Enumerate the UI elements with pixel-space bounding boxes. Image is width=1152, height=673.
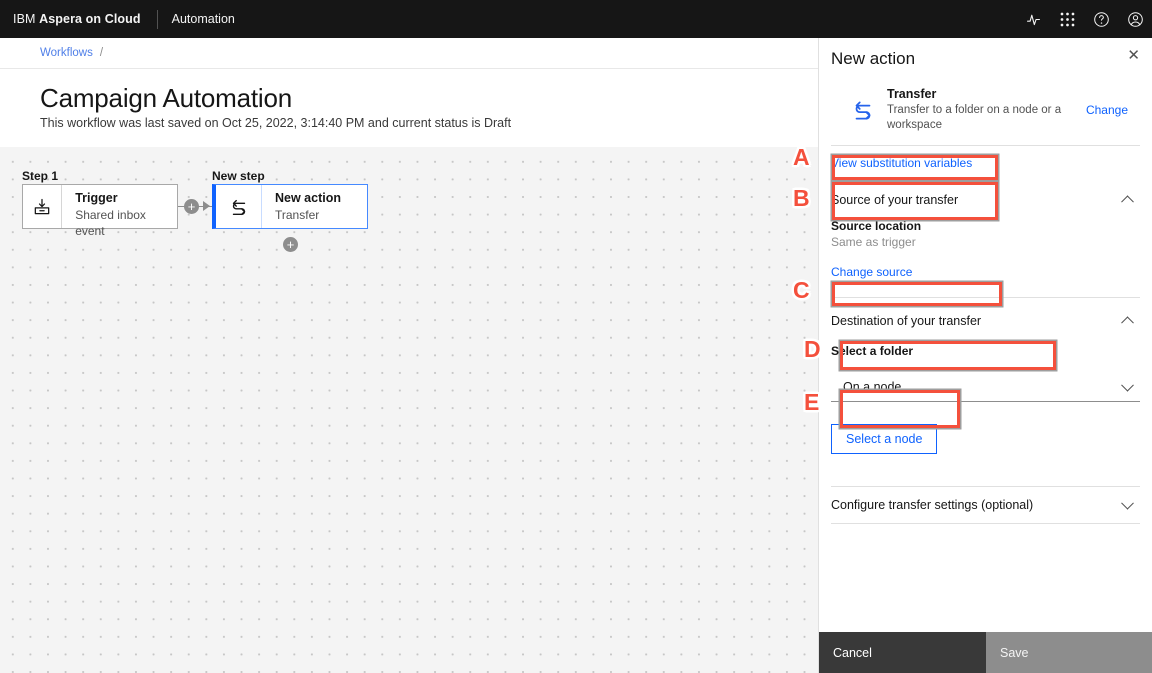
breadcrumb-separator: / <box>99 47 104 59</box>
chevron-up-icon <box>1121 316 1134 330</box>
selected-action-title: Transfer <box>887 87 937 101</box>
workflow-canvas[interactable]: Step 1 New step Trigger Shared inbox eve… <box>0 147 818 673</box>
top-navigation-bar: IBM Aspera on Cloud Automation <box>0 0 1152 38</box>
breadcrumb-link-workflows[interactable]: Workflows <box>40 47 93 59</box>
source-section-header[interactable]: Source of your transfer <box>819 182 1152 218</box>
chevron-down-icon <box>1121 496 1134 510</box>
chevron-up-icon <box>1121 195 1134 209</box>
node-trigger[interactable]: Trigger Shared inbox event <box>22 184 178 238</box>
transfer-settings-title: Configure transfer settings (optional) <box>831 498 1034 512</box>
brand-prefix: IBM <box>13 12 36 26</box>
step-label-step1: Step 1 <box>22 169 59 183</box>
change-source-row: Change source <box>819 250 1152 297</box>
source-location-field: Source location Same as trigger <box>819 218 1152 250</box>
destination-section-header[interactable]: Destination of your transfer <box>819 303 1152 339</box>
callout-letter-e: E <box>804 389 820 415</box>
destination-section-title: Destination of your transfer <box>831 314 982 328</box>
page-header: Campaign Automation This workflow was la… <box>0 69 818 147</box>
transfer-icon <box>843 97 883 123</box>
node-type-select-value: On a node <box>843 379 902 394</box>
section-divider-1 <box>831 297 1140 298</box>
node-trigger-title: Trigger <box>75 191 118 205</box>
source-location-label: Source location <box>831 219 922 233</box>
source-section-title: Source of your transfer <box>831 193 959 207</box>
inbox-download-icon <box>23 185 63 228</box>
panel-footer: Cancel Save <box>819 632 1152 673</box>
nav-link-automation[interactable]: Automation <box>172 12 235 26</box>
panel-header: New action ✕ <box>819 38 1152 78</box>
selected-action-text: Transfer Transfer to a folder on a node … <box>883 86 1086 133</box>
save-button[interactable]: Save <box>986 632 1152 673</box>
new-action-panel: New action ✕ Transfer Transfer to a fold… <box>818 38 1152 673</box>
node-trigger-text: Trigger Shared inbox event <box>62 185 177 238</box>
brand-name: Aspera on Cloud <box>39 12 141 26</box>
selected-action-row: Transfer Transfer to a folder on a node … <box>831 78 1140 146</box>
selected-action-description: Transfer to a folder on a node or a work… <box>887 104 1062 131</box>
app-root: IBM Aspera on Cloud Automation Workflows… <box>0 0 1152 673</box>
breadcrumb: Workflows / <box>0 38 818 69</box>
add-step-below-button[interactable]: + <box>283 237 298 252</box>
add-step-inline-button[interactable]: + <box>184 199 199 214</box>
change-source-link[interactable]: Change source <box>831 265 912 279</box>
view-substitution-variables-link[interactable]: View substitution variables <box>831 156 972 170</box>
close-icon[interactable]: ✕ <box>1127 48 1140 63</box>
transfer-icon <box>216 185 262 228</box>
node-new-action-text: New action Transfer <box>262 185 355 228</box>
select-folder-label: Select a folder <box>831 344 914 358</box>
source-location-value: Same as trigger <box>831 235 916 249</box>
select-a-node-button[interactable]: Select a node <box>831 424 938 454</box>
section-divider-3 <box>831 523 1140 524</box>
cancel-button[interactable]: Cancel <box>819 632 986 673</box>
substitution-variables-row: View substitution variables <box>819 146 1152 182</box>
page-title: Campaign Automation <box>40 83 293 113</box>
brand-logo[interactable]: IBM Aspera on Cloud <box>0 12 141 26</box>
help-icon[interactable] <box>1084 0 1118 38</box>
user-avatar-icon[interactable] <box>1118 0 1152 38</box>
nav-icon-group <box>1016 0 1152 38</box>
node-new-action-description: Transfer <box>275 208 320 222</box>
app-switcher-icon[interactable] <box>1050 0 1084 38</box>
callout-letter-a: A <box>793 144 810 170</box>
callout-letter-d: D <box>804 336 821 362</box>
node-new-action-title: New action <box>275 191 341 205</box>
node-new-action[interactable]: New action Transfer <box>212 184 368 229</box>
connector-arrowhead <box>203 201 210 211</box>
transfer-settings-section-header[interactable]: Configure transfer settings (optional) <box>819 487 1152 523</box>
change-action-link[interactable]: Change <box>1086 103 1128 117</box>
callout-letter-c: C <box>793 277 810 303</box>
select-node-wrap: Select a node <box>819 402 1152 454</box>
node-type-select[interactable]: On a node <box>831 372 1140 402</box>
panel-title: New action <box>831 49 916 68</box>
step-label-newstep: New step <box>212 169 265 183</box>
node-trigger-description: Shared inbox event <box>75 208 146 238</box>
callout-letter-b: B <box>793 185 810 211</box>
page-subtitle: This workflow was last saved on Oct 25, … <box>40 116 512 130</box>
chevron-down-icon <box>1121 378 1134 392</box>
node-select-wrap: On a node <box>819 358 1152 402</box>
activity-icon[interactable] <box>1016 0 1050 38</box>
nav-divider <box>156 9 158 29</box>
